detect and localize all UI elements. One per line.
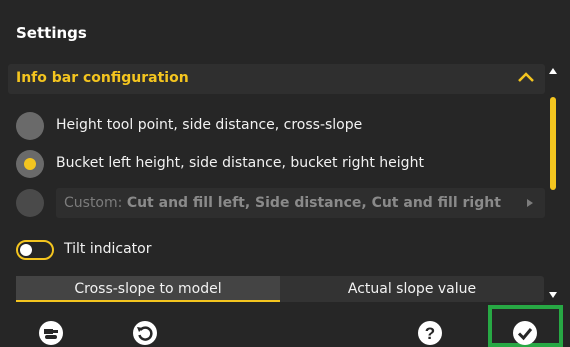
- option-custom[interactable]: [16, 189, 46, 217]
- option-label: Bucket left height, side distance, bucke…: [56, 155, 424, 171]
- custom-prefix: Custom:: [64, 195, 123, 211]
- radio-selected-dot: [24, 158, 36, 170]
- section-title: Info bar configuration: [16, 70, 189, 86]
- tilt-indicator-label: Tilt indicator: [64, 241, 152, 257]
- reset-icon[interactable]: [133, 321, 157, 345]
- scroll-up-arrow-icon[interactable]: [549, 68, 557, 74]
- machine-icon[interactable]: [39, 321, 63, 345]
- radio-button-custom[interactable]: [16, 189, 44, 217]
- scrollbar-thumb[interactable]: [550, 97, 556, 190]
- option-label: Height tool point, side distance, cross-…: [56, 117, 363, 133]
- custom-text: Custom: Cut and fill left, Side distance…: [64, 195, 501, 211]
- chevron-up-icon[interactable]: [517, 70, 535, 84]
- info-bar-section-header[interactable]: Info bar configuration: [8, 64, 545, 94]
- segment-actual-slope-value[interactable]: Actual slope value: [280, 276, 544, 302]
- help-glyph: ?: [425, 324, 435, 343]
- custom-configuration-field[interactable]: Custom: Cut and fill left, Side distance…: [56, 188, 545, 218]
- slope-mode-segmented-control: Cross-slope to model Actual slope value: [16, 276, 544, 302]
- segment-cross-slope-to-model[interactable]: Cross-slope to model: [16, 276, 280, 302]
- option-height-tool-point[interactable]: Height tool point, side distance, cross-…: [16, 112, 536, 140]
- scroll-down-arrow-icon[interactable]: [549, 292, 557, 298]
- radio-button[interactable]: [16, 112, 44, 140]
- radio-button-selected[interactable]: [16, 150, 44, 178]
- confirm-icon[interactable]: [513, 321, 537, 345]
- tilt-indicator-toggle[interactable]: [16, 240, 54, 260]
- help-icon[interactable]: ?: [418, 321, 442, 345]
- page-title: Settings: [16, 24, 87, 42]
- option-bucket-left-height[interactable]: Bucket left height, side distance, bucke…: [16, 150, 536, 178]
- toggle-knob: [20, 244, 32, 256]
- custom-value: Cut and fill left, Side distance, Cut an…: [126, 195, 501, 211]
- chevron-right-icon: [527, 199, 533, 207]
